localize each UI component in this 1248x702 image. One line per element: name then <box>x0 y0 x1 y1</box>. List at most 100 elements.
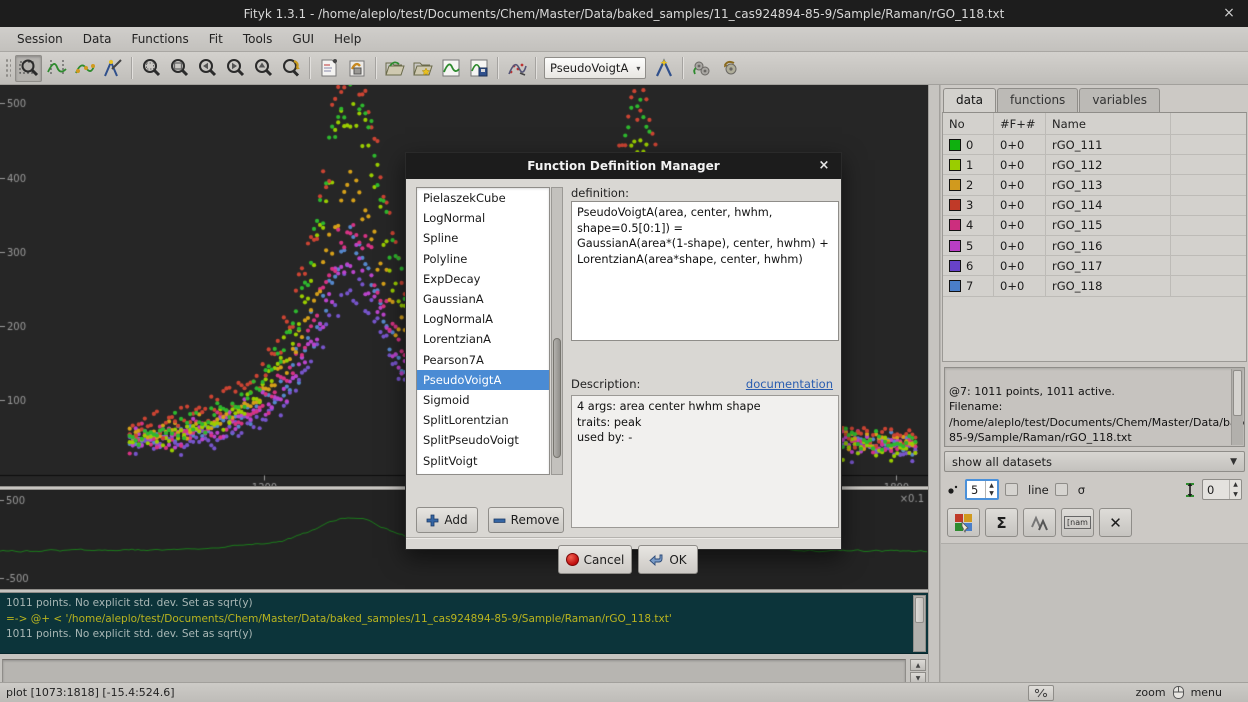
baseline-tool-button[interactable] <box>71 55 98 82</box>
spin-down-icon[interactable]: ▼ <box>986 490 997 499</box>
zoom-right-button[interactable] <box>221 55 248 82</box>
function-list-item[interactable]: Pearson7A <box>417 350 549 370</box>
function-list-item[interactable]: LogNormal <box>417 208 549 228</box>
dataset-table-header[interactable]: No #F+# Name <box>943 113 1246 135</box>
menu-gui[interactable]: GUI <box>283 29 323 49</box>
add-function-button[interactable]: Add <box>416 507 478 533</box>
function-list-item[interactable]: SplitVoigt <box>417 450 549 470</box>
function-list-item[interactable]: Polyline <box>417 249 549 269</box>
function-list-item[interactable]: PielaszekCube <box>417 188 549 208</box>
info-scrollbar[interactable] <box>1231 369 1243 445</box>
function-list-item[interactable]: ExpDecay <box>417 269 549 289</box>
spin-up-icon[interactable]: ▲ <box>1230 480 1241 490</box>
sum-button[interactable]: Σ <box>985 508 1018 537</box>
console-scrollbar[interactable] <box>913 595 926 652</box>
dialog-close-icon[interactable]: × <box>816 158 832 174</box>
dataset-color-swatch[interactable] <box>949 280 961 292</box>
auto-add-peak-button[interactable] <box>650 55 677 82</box>
table-row[interactable]: 40+0rGO_115 <box>943 216 1246 236</box>
table-row[interactable]: 30+0rGO_114 <box>943 196 1246 216</box>
dataset-color-swatch[interactable] <box>949 260 961 272</box>
auto-fit-button[interactable] <box>503 55 530 82</box>
export-plot-button[interactable] <box>437 55 464 82</box>
session-log-button[interactable] <box>343 55 370 82</box>
save-image-button[interactable] <box>465 55 492 82</box>
spin-up-icon[interactable]: ▲ <box>986 481 997 490</box>
rename-dataset-button[interactable]: [nam <box>1061 508 1094 537</box>
open-data-button[interactable] <box>381 55 408 82</box>
color-scheme-button[interactable] <box>947 508 980 537</box>
spin-down-icon[interactable]: ▼ <box>1230 490 1241 500</box>
table-row[interactable]: 50+0rGO_116 <box>943 236 1246 256</box>
function-type-dropdown[interactable]: PseudoVoigtA ▾ <box>544 57 646 79</box>
menu-session[interactable]: Session <box>8 29 72 49</box>
function-list-item[interactable]: SplitPseudoVoigt <box>417 430 549 450</box>
definition-textarea[interactable]: PseudoVoigtA(area, center, hwhm, shape=0… <box>571 201 839 341</box>
zoom-all-button[interactable] <box>137 55 164 82</box>
menu-functions[interactable]: Functions <box>122 29 197 49</box>
edit-script-button[interactable] <box>315 55 342 82</box>
col-no[interactable]: No <box>943 113 994 134</box>
remove-function-button[interactable]: Remove <box>488 507 564 533</box>
dataset-color-swatch[interactable] <box>949 219 961 231</box>
toolbar-grip[interactable] <box>4 57 11 79</box>
dataset-color-swatch[interactable] <box>949 199 961 211</box>
undo-fit-button[interactable] <box>716 55 743 82</box>
function-list-item[interactable]: LogNormalA <box>417 309 549 329</box>
function-list-item[interactable]: LorentzianA <box>417 329 549 349</box>
line-checkbox[interactable] <box>1005 483 1018 496</box>
dataset-color-swatch[interactable] <box>949 240 961 252</box>
command-input[interactable] <box>2 659 906 684</box>
dataset-filter-dropdown[interactable]: show all datasets ▼ <box>944 451 1245 472</box>
open-data-merge-button[interactable] <box>409 55 436 82</box>
window-close-icon[interactable]: × <box>1220 4 1238 22</box>
tab-data[interactable]: data <box>943 88 996 112</box>
col-ff[interactable]: #F+# <box>994 113 1046 134</box>
data-range-tool-button[interactable] <box>43 55 70 82</box>
console-scrollbar-thumb[interactable] <box>915 597 924 623</box>
ok-button[interactable]: OK <box>638 545 698 574</box>
dialog-title-bar[interactable]: Function Definition Manager × <box>406 153 841 179</box>
run-fit-button[interactable] <box>688 55 715 82</box>
delete-dataset-button[interactable]: ✕ <box>1099 508 1132 537</box>
shift-spinner[interactable]: 0 ▲▼ <box>1202 479 1242 500</box>
add-peak-tool-button[interactable] <box>99 55 126 82</box>
function-list-item[interactable]: Sigmoid <box>417 390 549 410</box>
status-config-button[interactable] <box>1028 685 1054 701</box>
tab-functions[interactable]: functions <box>997 88 1078 112</box>
menu-data[interactable]: Data <box>74 29 121 49</box>
function-list-item[interactable]: Spline <box>417 228 549 248</box>
dataset-color-swatch[interactable] <box>949 159 961 171</box>
sidebar-splitter[interactable] <box>928 85 940 682</box>
zoom-vertical-button[interactable] <box>249 55 276 82</box>
table-row[interactable]: 60+0rGO_117 <box>943 256 1246 276</box>
col-name[interactable]: Name <box>1046 113 1171 134</box>
menu-help[interactable]: Help <box>325 29 370 49</box>
zoom-select-tool-button[interactable] <box>15 55 42 82</box>
zoom-area-button[interactable] <box>165 55 192 82</box>
point-size-spinner[interactable]: 5 ▲▼ <box>965 479 999 500</box>
function-list-item[interactable]: SplitLorentzian <box>417 410 549 430</box>
table-row[interactable]: 00+0rGO_111 <box>943 135 1246 155</box>
table-row[interactable]: 10+0rGO_112 <box>943 155 1246 175</box>
documentation-link[interactable]: documentation <box>746 377 833 391</box>
cancel-button[interactable]: Cancel <box>558 545 632 574</box>
function-list-item[interactable]: GaussianA <box>417 289 549 309</box>
zoom-previous-button[interactable] <box>277 55 304 82</box>
copy-functions-button[interactable] <box>1023 508 1056 537</box>
dataset-info-box[interactable]: @7: 1011 points, 1011 active. Filename: … <box>944 367 1245 447</box>
dataset-color-swatch[interactable] <box>949 139 961 151</box>
function-list-scrollbar[interactable] <box>551 187 563 475</box>
table-row[interactable]: 20+0rGO_113 <box>943 175 1246 195</box>
sigma-checkbox[interactable] <box>1055 483 1068 496</box>
scroll-up-icon[interactable]: ▲ <box>910 659 926 671</box>
zoom-left-button[interactable] <box>193 55 220 82</box>
output-console[interactable]: 1011 points. No explicit std. dev. Set a… <box>0 593 928 654</box>
menu-fit[interactable]: Fit <box>200 29 232 49</box>
function-list-scrollbar-thumb[interactable] <box>553 338 561 458</box>
function-type-list[interactable]: PielaszekCubeLogNormalSplinePolylineExpD… <box>416 187 550 475</box>
dataset-color-swatch[interactable] <box>949 179 961 191</box>
menu-tools[interactable]: Tools <box>234 29 282 49</box>
table-row[interactable]: 70+0rGO_118 <box>943 276 1246 296</box>
info-scrollbar-thumb[interactable] <box>1233 370 1242 416</box>
